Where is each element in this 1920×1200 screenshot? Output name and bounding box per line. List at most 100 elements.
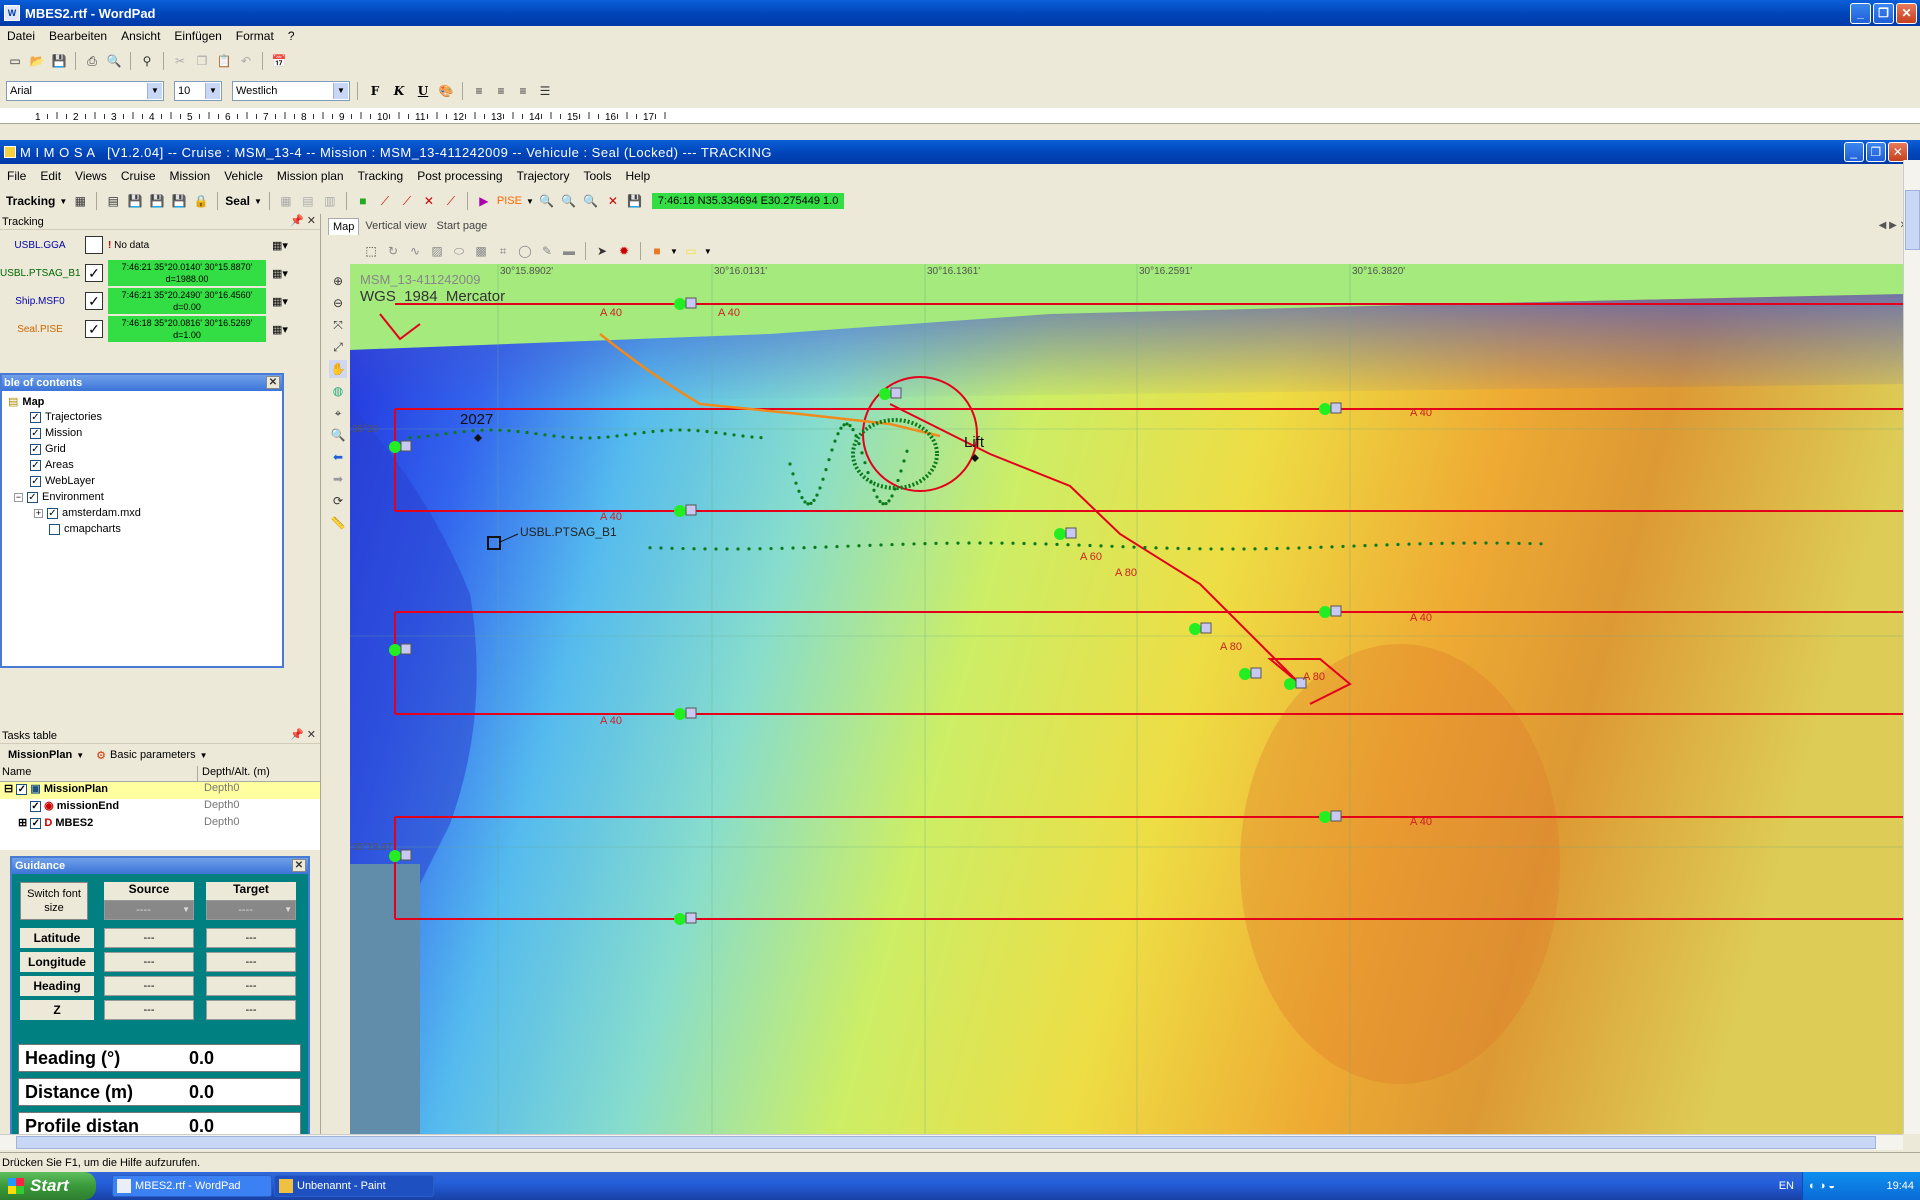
script-combo[interactable]: Westlich ▼ xyxy=(232,81,350,101)
checkbox[interactable]: ✓ xyxy=(47,507,58,519)
checkbox[interactable]: ✓ xyxy=(27,491,38,503)
mimosa-menu-vehicle[interactable]: Vehicle xyxy=(217,169,270,183)
depth-marker-icon[interactable] xyxy=(1330,402,1342,414)
depth-marker-icon[interactable] xyxy=(1065,527,1077,539)
vehicle-dropdown[interactable]: Seal xyxy=(225,194,250,208)
forward-arrow-icon[interactable]: ➡ xyxy=(329,470,347,488)
fill-color-icon[interactable]: ■ xyxy=(648,242,666,260)
highlight-color-icon[interactable]: ▭ xyxy=(682,242,700,260)
checkbox[interactable]: ✓ xyxy=(30,411,41,423)
depth-marker-icon[interactable] xyxy=(685,297,697,309)
globe-icon[interactable]: ◍ xyxy=(329,382,347,400)
bullets-icon[interactable]: ☰ xyxy=(536,82,554,100)
waypoint-marker[interactable] xyxy=(1189,623,1201,635)
tracking-row[interactable]: Seal.PISE ✓ 7:46:18 35°20.0816' 30°16.5269… xyxy=(0,316,320,342)
clear-track-icon[interactable]: ✕ xyxy=(604,192,622,210)
options-icon[interactable]: ▦▾ xyxy=(272,267,288,280)
bold-button[interactable]: F xyxy=(365,81,385,101)
layers-icon[interactable]: ▥ xyxy=(321,192,339,210)
tab-map[interactable]: Map xyxy=(328,218,360,235)
font-size-combo[interactable]: 10 ▼ xyxy=(174,81,222,101)
color-icon[interactable]: 🎨 xyxy=(437,82,455,100)
crosshair-icon[interactable]: ⌖ xyxy=(329,404,347,422)
depth-marker-icon[interactable] xyxy=(1330,605,1342,617)
waypoint-marker[interactable] xyxy=(1054,528,1066,540)
underline-button[interactable]: U xyxy=(413,81,433,101)
italic-button[interactable]: K xyxy=(389,81,409,101)
options-icon[interactable]: ▦▾ xyxy=(272,239,288,252)
mimosa-menu-help[interactable]: Help xyxy=(619,169,658,183)
calendar-icon[interactable]: ▦ xyxy=(71,192,89,210)
menu-ansicht[interactable]: Ansicht xyxy=(114,29,167,43)
map-horizontal-scrollbar[interactable] xyxy=(0,1134,1903,1150)
trajectory-edit-icon[interactable]: ⟋ xyxy=(398,192,416,210)
mission-plan-dropdown[interactable]: MissionPlan xyxy=(8,749,72,761)
tracking-row[interactable]: Ship.MSF0 ✓ 7:46:21 35°20.2490' 30°16.4560… xyxy=(0,288,320,314)
zoom-icon[interactable]: 🔍 xyxy=(538,192,556,210)
target-select[interactable]: ---- ▼ xyxy=(206,900,296,920)
pen-icon[interactable]: ✎ xyxy=(538,242,556,260)
depth-marker-icon[interactable] xyxy=(685,912,697,924)
mimosa-menu-mission[interactable]: Mission xyxy=(163,169,218,183)
map-view[interactable]: 30°15.8902' 30°16.0131' 30°16.1361' 30°1… xyxy=(350,264,1903,1134)
green-block-icon[interactable]: ■ xyxy=(354,192,372,210)
waypoint-marker[interactable] xyxy=(389,441,401,453)
cut-icon[interactable]: ✂ xyxy=(171,52,189,70)
checkbox[interactable]: ✓ xyxy=(30,459,41,471)
waypoint-marker[interactable] xyxy=(389,850,401,862)
save-all-icon[interactable]: 💾 xyxy=(170,192,188,210)
zoom-track-icon[interactable]: 🔍 xyxy=(582,192,600,210)
tracking-checkbox[interactable] xyxy=(85,236,103,254)
pan-hand-icon[interactable]: ✋ xyxy=(329,360,347,378)
mimosa-menu-post-processing[interactable]: Post processing xyxy=(410,169,509,183)
zoom-in-icon[interactable]: ⊕ xyxy=(329,272,347,290)
column-header-name[interactable]: Name xyxy=(0,766,198,781)
copy-icon[interactable]: ❐ xyxy=(193,52,211,70)
close-button[interactable]: ✕ xyxy=(1896,3,1917,24)
waypoint-marker[interactable] xyxy=(1239,668,1251,680)
hatch-icon[interactable]: ▨ xyxy=(428,242,446,260)
mimosa-close-button[interactable]: ✕ xyxy=(1888,142,1908,162)
fit-icon[interactable]: ⤧ xyxy=(329,316,347,334)
save-as-icon[interactable]: 💾 xyxy=(148,192,166,210)
tracking-row[interactable]: USBL.GGA ! No data ▦▾ xyxy=(0,232,320,258)
tracking-dropdown[interactable]: Tracking xyxy=(6,194,55,208)
map-vertical-scrollbar[interactable] xyxy=(1903,160,1920,1134)
measure-icon[interactable]: 📏 xyxy=(329,514,347,532)
tracking-checkbox[interactable]: ✓ xyxy=(85,264,103,282)
tab-start-page[interactable]: Start page xyxy=(433,218,492,235)
depth-marker-icon[interactable] xyxy=(1250,667,1262,679)
language-indicator[interactable]: EN xyxy=(1779,1172,1794,1200)
toc-item-trajectories[interactable]: ✓ Trajectories xyxy=(30,411,102,423)
checkbox[interactable]: ✓ xyxy=(30,801,41,812)
depth-marker-icon[interactable] xyxy=(685,504,697,516)
paste-icon[interactable]: 📋 xyxy=(215,52,233,70)
mimosa-menu-file[interactable]: File xyxy=(0,169,33,183)
table-icon[interactable]: ▤ xyxy=(299,192,317,210)
checkbox[interactable]: ✓ xyxy=(16,784,28,795)
depth-marker-icon[interactable] xyxy=(400,643,412,655)
mimosa-menu-tracking[interactable]: Tracking xyxy=(351,169,411,183)
waypoint-marker[interactable] xyxy=(674,708,686,720)
pattern-icon[interactable]: ▩ xyxy=(472,242,490,260)
params-dropdown[interactable]: Basic parameters xyxy=(110,749,196,761)
toc-item-environment[interactable]: − ✓ Environment xyxy=(14,491,104,503)
scroll-thumb[interactable] xyxy=(16,1136,1876,1149)
polyline-icon[interactable]: ∿ xyxy=(406,242,424,260)
tab-vertical-view[interactable]: Vertical view xyxy=(361,218,430,235)
toc-item-cmapcharts[interactable]: cmapcharts xyxy=(49,523,121,535)
zoom-extent-icon[interactable]: 🔍 xyxy=(560,192,578,210)
toc-item-amsterdam[interactable]: + ✓ amsterdam.mxd xyxy=(34,507,141,519)
table-row[interactable]: ⊞ ✓ D MBES2 Depth0 xyxy=(0,816,320,833)
mimosa-menu-edit[interactable]: Edit xyxy=(33,169,68,183)
circle-icon[interactable]: ◯ xyxy=(516,242,534,260)
pin-close-icon[interactable]: 📌 ✕ xyxy=(290,214,316,227)
waypoint-marker[interactable] xyxy=(674,913,686,925)
waypoint-marker[interactable] xyxy=(674,298,686,310)
align-right-icon[interactable]: ≡ xyxy=(514,82,532,100)
table-row[interactable]: ⊟ ✓ ▣ MissionPlan Depth0 xyxy=(0,782,320,799)
column-header-depth[interactable]: Depth/Alt. (m) xyxy=(198,766,318,781)
waypoint-marker[interactable] xyxy=(879,388,891,400)
depth-marker-icon[interactable] xyxy=(1200,622,1212,634)
waypoint-marker[interactable] xyxy=(1319,403,1331,415)
